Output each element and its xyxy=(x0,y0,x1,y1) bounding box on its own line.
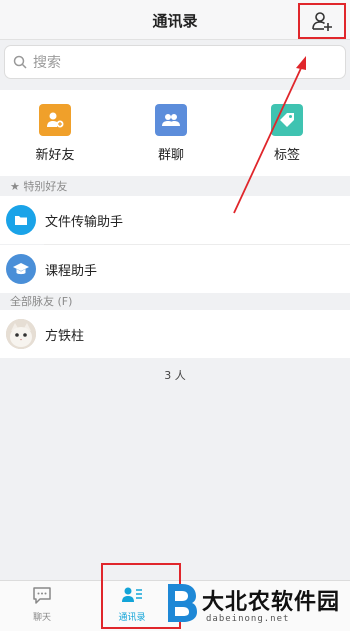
contact-name: 方铁柱 xyxy=(45,328,85,344)
tag-icon xyxy=(271,104,303,136)
tab-chat[interactable]: 聊天 xyxy=(12,585,72,623)
group-chat-label: 群聊 xyxy=(157,148,184,163)
contact-row-course-assistant[interactable]: 课程助手 xyxy=(0,245,350,293)
add-person-icon xyxy=(312,12,332,31)
tab-chat-label: 聊天 xyxy=(32,613,51,623)
group-chat-button[interactable]: 群聊 xyxy=(131,104,211,163)
group-chat-icon xyxy=(155,104,187,136)
tags-label: 标签 xyxy=(273,148,300,163)
new-friends-label: 新好友 xyxy=(35,148,75,163)
contact-count: 3 人 xyxy=(164,369,186,382)
new-friends-button[interactable]: 新好友 xyxy=(15,104,95,163)
watermark-text: 大北农软件园 xyxy=(202,590,341,615)
contact-row[interactable]: 方铁柱 xyxy=(0,310,350,358)
search-placeholder: 搜索 xyxy=(33,55,61,71)
contact-row-file-transfer[interactable]: 文件传输助手 xyxy=(0,196,350,244)
all-contacts-header: 全部脉友 (F) xyxy=(10,295,73,308)
chat-icon xyxy=(33,587,51,604)
contact-name: 课程助手 xyxy=(45,263,98,279)
graduation-cap-icon xyxy=(6,254,36,284)
folder-icon xyxy=(6,205,36,235)
watermark: 大北农软件园 dabeinong.net xyxy=(162,578,350,631)
avatar xyxy=(6,319,36,349)
special-friends-header: ★ 特别好友 xyxy=(10,180,68,193)
search-icon xyxy=(13,55,27,69)
search-input[interactable]: 搜索 xyxy=(4,45,346,79)
top-bar: 通讯录 xyxy=(0,0,350,40)
add-friend-button[interactable] xyxy=(298,3,346,39)
quick-actions: 新好友 群聊 标签 xyxy=(0,90,350,176)
watermark-subtext: dabeinong.net xyxy=(206,614,290,624)
tags-button[interactable]: 标签 xyxy=(247,104,327,163)
new-friend-icon xyxy=(39,104,71,136)
watermark-logo xyxy=(168,584,197,622)
contact-name: 文件传输助手 xyxy=(45,214,124,230)
